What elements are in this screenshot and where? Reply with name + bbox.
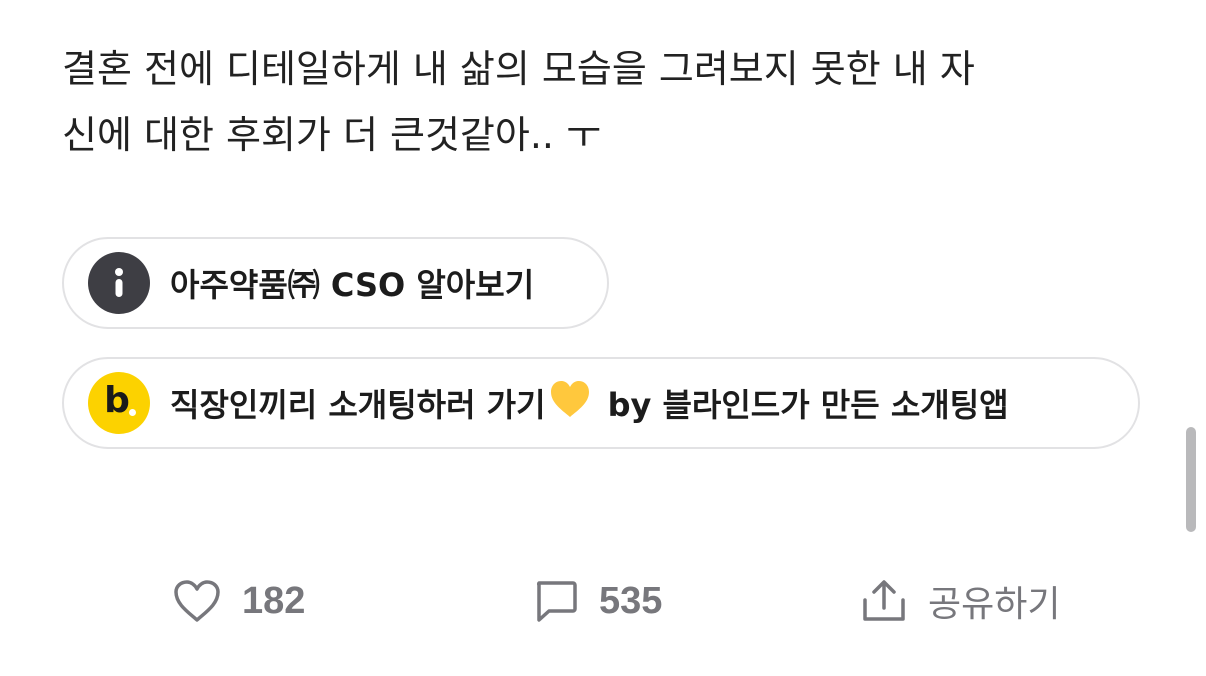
like-count: 182 — [242, 579, 306, 622]
like-button[interactable]: 182 — [172, 570, 305, 632]
scrollbar[interactable] — [1186, 427, 1196, 532]
share-label: 공유하기 — [928, 584, 1061, 625]
info-icon — [88, 252, 150, 314]
chip-label-after: by 블라인드가 만든 소개팅앱 — [607, 386, 1009, 424]
logo-letter: b — [104, 380, 130, 421]
share-icon — [860, 578, 908, 624]
chip-label: 직장인끼리 소개팅하러 가기 by 블라인드가 만든 소개팅앱 — [170, 378, 1009, 428]
post-body-text: 결혼 전에 디테일하게 내 삶의 모습을 그려보지 못한 내 자 신에 대한 후… — [62, 47, 975, 157]
comment-count: 535 — [599, 579, 663, 622]
chip-label-before: 직장인끼리 소개팅하러 가기 — [170, 386, 546, 424]
chip-label: 아주약품㈜ CSO 알아보기 — [170, 266, 535, 304]
comment-button[interactable]: 535 — [533, 570, 662, 632]
heart-outline-icon — [172, 578, 222, 624]
blind-b-logo-icon: b — [88, 372, 150, 434]
ad-chip-blind-dating[interactable]: b 직장인끼리 소개팅하러 가기 by 블라인드가 만든 소개팅앱 — [62, 357, 1140, 449]
share-button[interactable]: 공유하기 — [860, 570, 1060, 632]
ad-chip-cso[interactable]: 아주약품㈜ CSO 알아보기 — [62, 237, 609, 329]
yellow-heart-icon — [548, 378, 592, 428]
comment-bubble-icon — [533, 579, 579, 623]
